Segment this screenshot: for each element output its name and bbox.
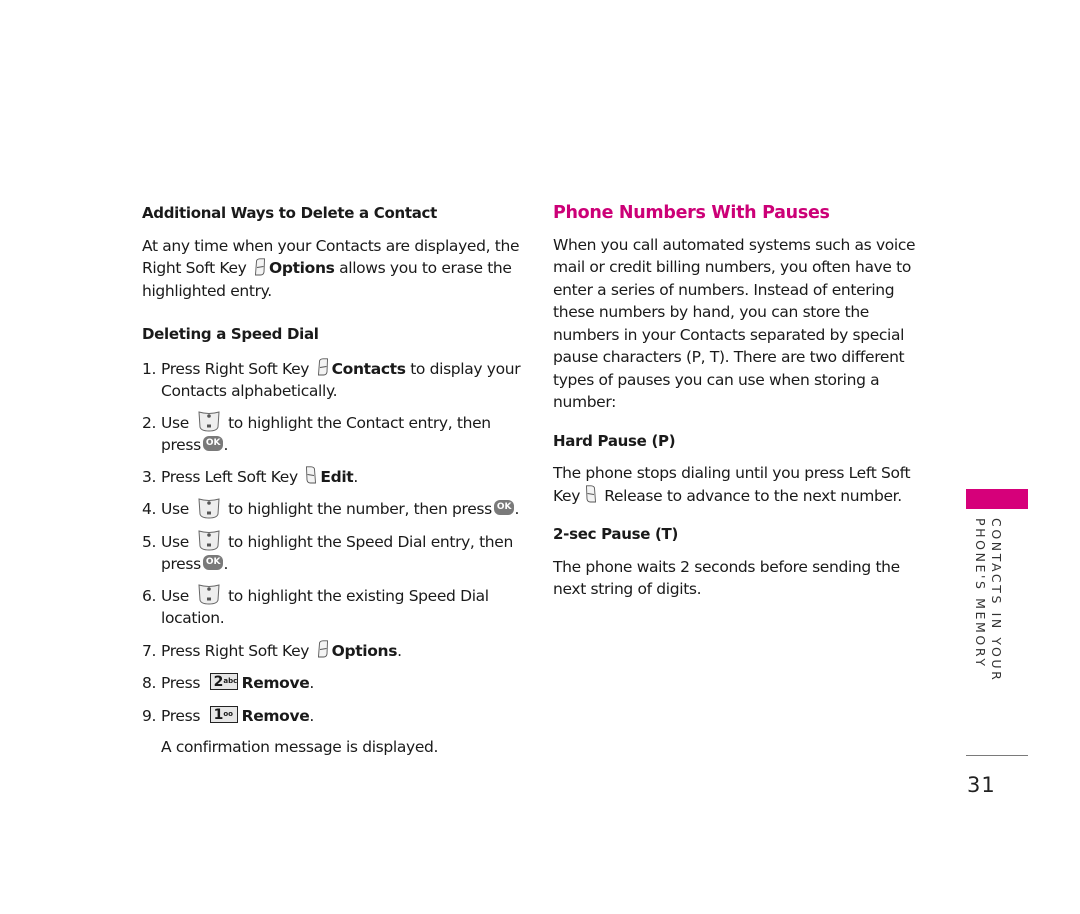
chapter-tab-line-1: CONTACTS IN YOUR — [989, 518, 1004, 683]
left-soft-key-icon — [585, 485, 597, 503]
step-text: Use — [161, 532, 189, 551]
page-number-divider — [966, 755, 1028, 756]
step-text: . — [223, 436, 229, 454]
contacts-label: Contacts — [331, 359, 406, 378]
edit-label: Edit — [320, 467, 354, 486]
step-text: . — [223, 555, 229, 573]
step-text: Use — [161, 413, 189, 432]
left-soft-key-icon — [305, 466, 317, 484]
step-text: Press Left Soft Key — [161, 467, 298, 486]
step-2: 2. Use to highlight the Contact entry, t… — [142, 412, 522, 457]
step-text: Use — [161, 500, 189, 518]
navigation-key-icon — [197, 583, 221, 605]
step-number: 2. — [142, 413, 157, 432]
step-number: 1. — [142, 359, 157, 378]
step-text: . — [353, 467, 358, 486]
key-digit: 2 — [213, 674, 224, 690]
steps-list: 1. Press Right Soft Key Contacts to disp… — [142, 358, 522, 728]
remove-label: Remove — [241, 706, 310, 725]
options-label: Options — [331, 641, 398, 660]
ok-key-icon: OK — [202, 555, 224, 570]
hard-pause-text: The phone stops dialing until you press … — [553, 462, 933, 507]
step-3: 3. Press Left Soft Key Edit. — [142, 466, 522, 489]
two-sec-pause-text: The phone waits 2 seconds before sending… — [553, 557, 900, 599]
step-number: 9. — [142, 706, 157, 725]
options-label: Options — [269, 259, 335, 277]
step-7: 7. Press Right Soft Key Options. — [142, 640, 522, 663]
key-digit: 1 — [213, 706, 224, 723]
step-6: 6. Use to highlight the existing Speed D… — [142, 585, 522, 630]
navigation-key-icon — [197, 410, 221, 432]
step-1: 1. Press Right Soft Key Contacts to disp… — [142, 358, 522, 403]
key-letters: abc — [223, 677, 238, 685]
navigation-key-icon — [197, 497, 221, 519]
two-sec-pause-heading: 2-sec Pause (T) — [553, 525, 679, 543]
step-text: to highlight the number, then press — [228, 500, 492, 518]
page-section-title: Phone Numbers With Pauses — [553, 203, 830, 223]
section-heading-delete-speed-dial: Deleting a Speed Dial — [142, 325, 319, 343]
step-9: 9. Press 1oo Remove. — [142, 705, 522, 728]
confirmation-note: A confirmation message is displayed. — [161, 738, 439, 756]
step-number: 4. — [142, 500, 157, 518]
step-text: Use — [161, 586, 189, 605]
ok-key-icon: OK — [493, 500, 515, 515]
chapter-tab-line-2: PHONE'S MEMORY — [973, 518, 988, 669]
key-2-abc-icon: 2abc — [209, 673, 238, 690]
right-soft-key-icon — [317, 640, 329, 658]
section-heading-delete-contact: Additional Ways to Delete a Contact — [142, 204, 438, 222]
step-number: 6. — [142, 586, 157, 605]
step-8: 8. Press 2abc Remove. — [142, 672, 522, 695]
step-text: Press — [161, 674, 201, 692]
step-text: . — [309, 706, 314, 725]
right-column: Phone Numbers With Pauses When you call … — [553, 202, 933, 601]
step-number: 7. — [142, 641, 157, 660]
page-number: 31 — [967, 773, 996, 797]
step-text: Press Right Soft Key — [161, 359, 310, 378]
ok-key-icon: OK — [202, 436, 224, 451]
left-column: Additional Ways to Delete a Contact At a… — [142, 202, 522, 759]
chapter-tab-marker — [966, 489, 1028, 509]
step-text: . — [397, 641, 402, 660]
pauses-intro: When you call automated systems such as … — [553, 235, 916, 412]
step-5: 5. Use to highlight the Speed Dial entry… — [142, 531, 522, 576]
key-1-voicemail-icon: 1oo — [209, 705, 238, 723]
step-4: 4. Use to highlight the number, then pre… — [142, 498, 522, 521]
hard-pause-heading: Hard Pause (P) — [553, 431, 676, 450]
navigation-key-icon — [197, 529, 221, 551]
step-text: Press Right Soft Key — [161, 641, 310, 660]
voicemail-glyph: oo — [223, 709, 233, 718]
right-soft-key-icon — [254, 258, 266, 276]
chapter-tab-label: CONTACTS IN YOUR PHONE'S MEMORY — [969, 518, 1005, 688]
step-number: 3. — [142, 467, 157, 486]
step-number: 8. — [142, 674, 157, 692]
step-text: . — [309, 674, 314, 692]
step-text: . — [514, 500, 520, 518]
paragraph-text: Release to advance to the next number. — [604, 486, 902, 505]
step-number: 5. — [142, 532, 157, 551]
right-soft-key-icon — [317, 358, 329, 376]
delete-contact-paragraph: At any time when your Contacts are displ… — [142, 235, 522, 303]
step-text: Press — [161, 706, 201, 725]
remove-label: Remove — [241, 674, 310, 692]
